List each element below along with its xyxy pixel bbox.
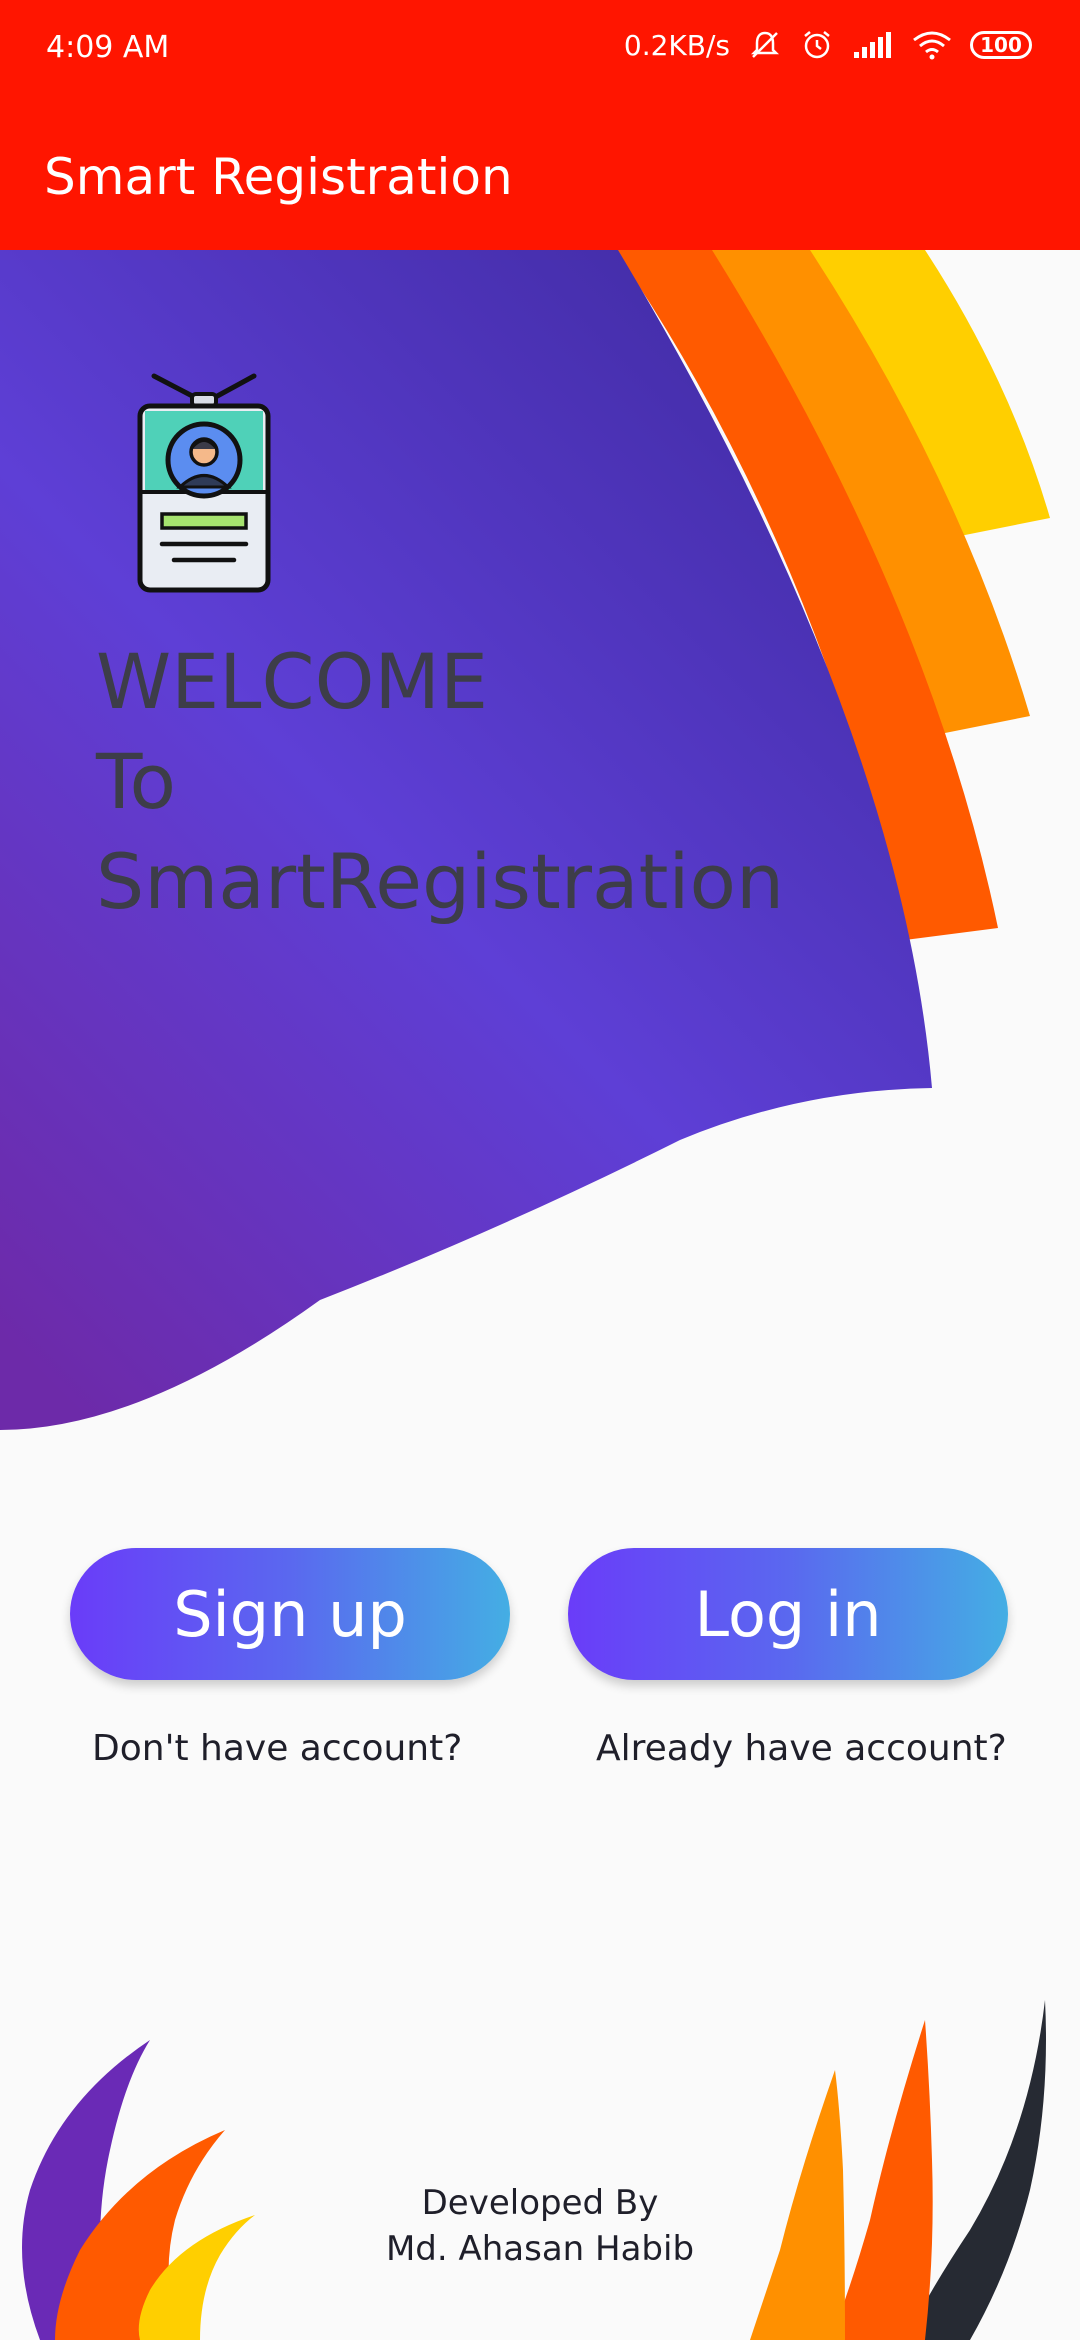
id-badge-icon [132, 372, 276, 598]
footer-flames [22, 2000, 1046, 2340]
welcome-line-1: WELCOME [96, 637, 488, 726]
signup-hint: Don't have account? [92, 1728, 463, 1769]
alarm-icon [800, 28, 834, 62]
welcome-heading: WELCOME To SmartRegistration [96, 632, 784, 932]
developer-name: Md. Ahasan Habib [385, 2229, 695, 2269]
status-indicators: 0.2KB/s 100 [624, 28, 1032, 62]
signal-icon [852, 30, 894, 60]
developed-by-label: Developed By [421, 2183, 659, 2223]
network-speed: 0.2KB/s [623, 28, 730, 62]
welcome-line-3: SmartRegistration [96, 837, 785, 926]
wifi-icon [912, 30, 952, 60]
screen: 4:09 AM 0.2KB/s 100 Smart Registration W… [0, 0, 1080, 2340]
battery-icon: 100 [970, 31, 1032, 59]
welcome-line-2: To [96, 737, 177, 826]
app-title: Smart Registration [44, 148, 513, 206]
login-button[interactable]: Log in [568, 1548, 1008, 1680]
developer-credit: Developed By Md. Ahasan Habib [0, 2180, 1080, 2272]
status-time: 4:09 AM [46, 30, 170, 65]
mute-icon [748, 28, 782, 62]
app-bar: Smart Registration [0, 100, 1080, 250]
signup-button[interactable]: Sign up [70, 1548, 510, 1680]
status-bar: 4:09 AM 0.2KB/s 100 [0, 0, 1080, 100]
login-hint: Already have account? [596, 1728, 1007, 1769]
